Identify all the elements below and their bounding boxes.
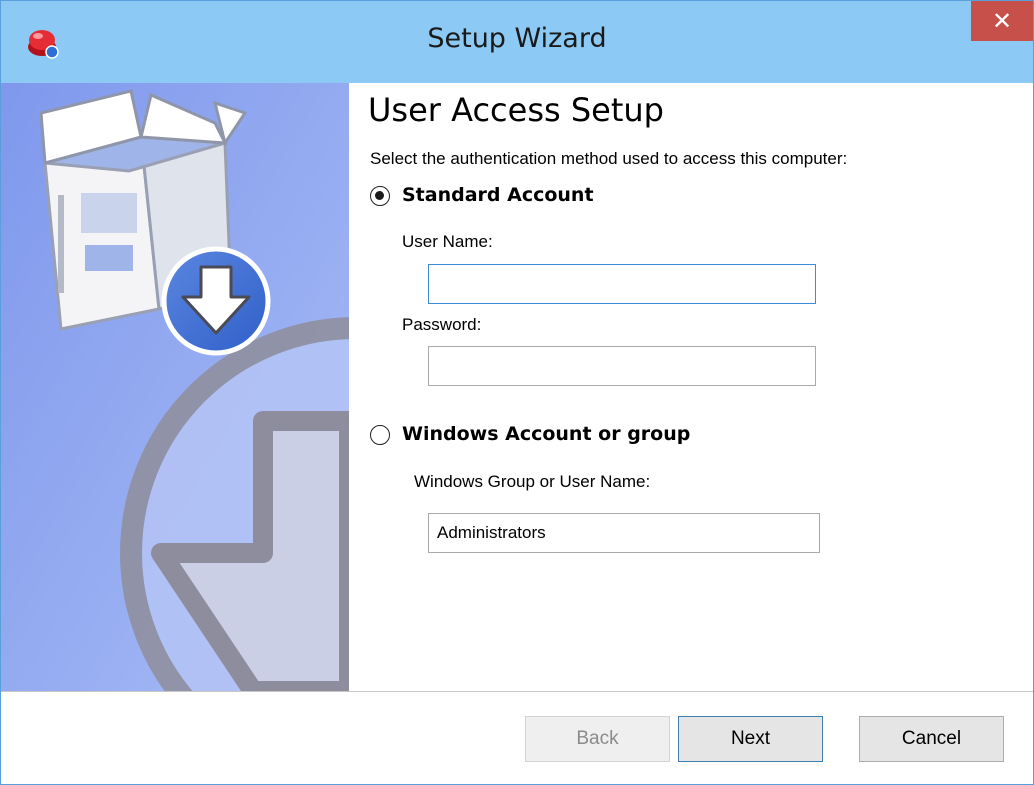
wizard-banner <box>1 83 349 691</box>
radio-button[interactable] <box>370 425 390 445</box>
button-bar: Back Next Cancel <box>1 691 1033 784</box>
setup-wizard-window: Setup Wizard ✕ User Access Setup Select … <box>0 0 1034 785</box>
install-box-download-icon <box>1 83 349 691</box>
windows-account-label[interactable]: Windows Account or group <box>402 423 690 445</box>
cancel-button[interactable]: Cancel <box>859 716 1004 762</box>
close-icon: ✕ <box>991 7 1013 35</box>
standard-account-radio[interactable]: Standard Account <box>370 184 670 210</box>
title-bar[interactable]: Setup Wizard ✕ <box>1 1 1033 83</box>
close-button[interactable]: ✕ <box>971 1 1033 41</box>
windows-group-input[interactable] <box>428 513 820 553</box>
username-label: User Name: <box>402 232 493 251</box>
next-button[interactable]: Next <box>678 716 823 762</box>
username-input[interactable] <box>428 264 816 304</box>
password-label: Password: <box>402 315 482 334</box>
windows-account-radio[interactable]: Windows Account or group <box>370 423 730 449</box>
window-title: Setup Wizard <box>427 23 607 54</box>
windows-group-label: Windows Group or User Name: <box>414 472 651 491</box>
back-button[interactable]: Back <box>525 716 670 762</box>
password-input[interactable] <box>428 346 816 386</box>
wizard-content: User Access Setup Select the authenticat… <box>349 83 1033 691</box>
radio-button[interactable] <box>370 186 390 206</box>
page-heading: User Access Setup <box>368 91 664 129</box>
radio-selected-dot <box>375 191 384 200</box>
standard-account-label[interactable]: Standard Account <box>402 184 594 206</box>
instruction-text: Select the authentication method used to… <box>370 149 848 168</box>
